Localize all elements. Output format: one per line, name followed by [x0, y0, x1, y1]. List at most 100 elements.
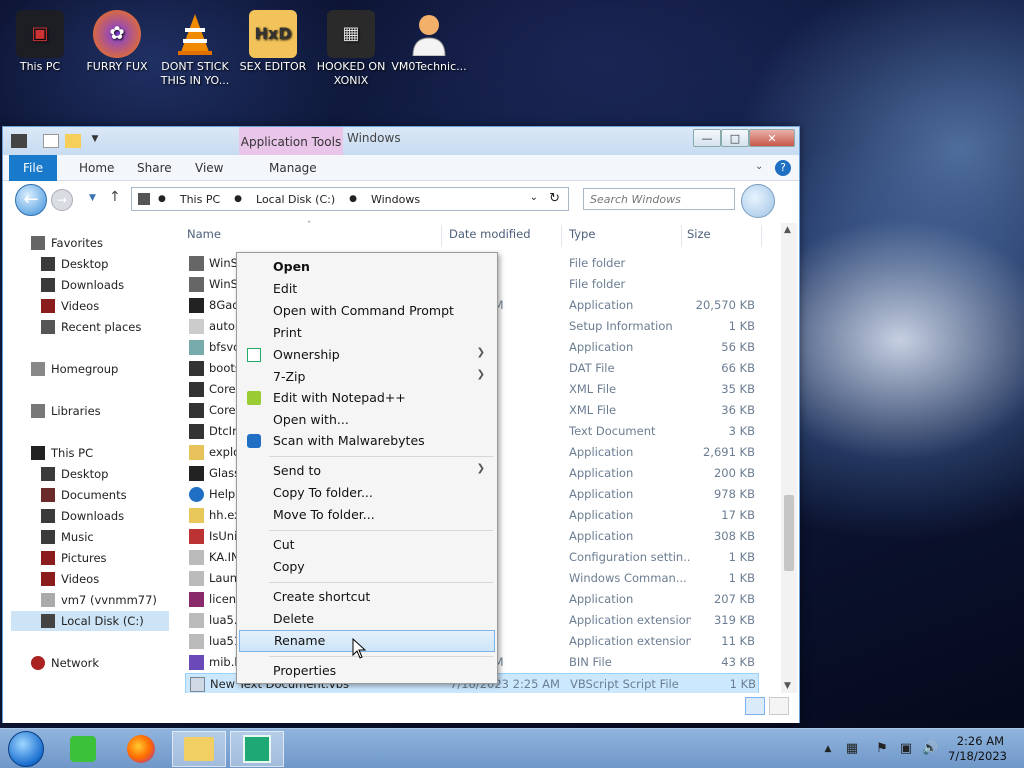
- minimize-button[interactable]: —: [693, 129, 721, 147]
- menu-item-edit[interactable]: Edit: [239, 278, 495, 300]
- menu-item-scan-malwarebytes[interactable]: Scan with Malwarebytes: [239, 430, 495, 452]
- menu-item-open-with-command-prompt[interactable]: Open with Command Prompt: [239, 300, 495, 322]
- menu-item-open[interactable]: Open: [239, 256, 495, 278]
- desktop-icon-this-pc[interactable]: ▣ This PC: [0, 6, 80, 74]
- menu-item-edit-with-notepadpp[interactable]: Edit with Notepad++: [239, 387, 495, 409]
- volume-icon[interactable]: 🔊: [922, 741, 938, 757]
- tab-share[interactable]: Share: [123, 155, 186, 181]
- tab-manage[interactable]: Manage: [255, 155, 331, 181]
- breadcrumb-this-pc[interactable]: This PC: [180, 193, 220, 206]
- menu-item-move-to-folder[interactable]: Move To folder...: [239, 504, 495, 526]
- taskbar-firefox[interactable]: [114, 731, 168, 767]
- column-divider[interactable]: [561, 225, 562, 247]
- winrar-icon: [189, 592, 204, 607]
- desktop-icon-dont-stick[interactable]: DONT STICK THIS IN YO...: [155, 6, 235, 88]
- details-view-icon[interactable]: [745, 697, 765, 715]
- system-clock[interactable]: 2:26 AM 7/18/2023: [948, 734, 1007, 764]
- breadcrumb-local-disk[interactable]: Local Disk (C:): [256, 193, 335, 206]
- nav-network-drive[interactable]: vm7 (vvnmm77): [41, 590, 157, 610]
- column-divider[interactable]: [761, 225, 762, 247]
- desktop-icon-hooked-on-xonix[interactable]: ▦ HOOKED ON XONIX: [311, 6, 391, 88]
- column-header-type[interactable]: Type: [569, 227, 595, 247]
- menu-item-7zip[interactable]: 7-Zip ❯: [239, 366, 495, 388]
- menu-item-copy[interactable]: Copy: [239, 556, 495, 578]
- forward-button[interactable]: →: [51, 189, 73, 211]
- desktop-icon: [41, 257, 55, 271]
- menu-item-cut[interactable]: Cut: [239, 534, 495, 556]
- desktop-icon-furry-fux[interactable]: ✿ FURRY FUX: [77, 6, 157, 74]
- column-divider[interactable]: [441, 225, 442, 247]
- nav-network[interactable]: Network: [31, 653, 99, 673]
- nav-desktop-pc[interactable]: Desktop: [41, 464, 108, 484]
- nav-music[interactable]: Music: [41, 527, 94, 547]
- menu-item-delete[interactable]: Delete: [239, 608, 495, 630]
- customize-quick-access-icon[interactable]: ▼: [87, 134, 103, 148]
- nav-favorites[interactable]: Favorites: [31, 233, 103, 253]
- nav-downloads-pc[interactable]: Downloads: [41, 506, 124, 526]
- column-divider[interactable]: [681, 225, 682, 247]
- large-icons-view-icon[interactable]: [769, 697, 789, 715]
- menu-item-send-to[interactable]: Send to ❯: [239, 460, 495, 482]
- search-icon[interactable]: [741, 184, 775, 218]
- network-tray-icon[interactable]: ▦: [844, 741, 860, 757]
- tab-view[interactable]: View: [181, 155, 237, 181]
- 7zip-archive-icon: [189, 298, 204, 313]
- desktop-icon-vm0technic[interactable]: VM0Technic...: [389, 6, 469, 74]
- address-box[interactable]: ● This PC ● Local Disk (C:) ● Windows ⌄ …: [131, 187, 569, 211]
- nav-this-pc[interactable]: This PC: [31, 443, 93, 463]
- scroll-up-icon[interactable]: ▲: [784, 225, 791, 235]
- nav-desktop[interactable]: Desktop: [41, 254, 108, 274]
- maximize-button[interactable]: □: [721, 129, 749, 147]
- back-button[interactable]: ←: [15, 184, 47, 216]
- taskbar-notes-app[interactable]: [56, 731, 110, 767]
- breadcrumb-windows[interactable]: Windows: [371, 193, 420, 206]
- address-dropdown-icon[interactable]: ⌄: [530, 192, 538, 203]
- sort-arrow-icon: ˆ: [307, 221, 312, 231]
- refresh-icon[interactable]: ↻: [549, 191, 560, 206]
- file-icon: [189, 361, 204, 376]
- scroll-thumb[interactable]: [784, 495, 794, 571]
- download-icon: [41, 509, 55, 523]
- taskbar-app-active[interactable]: [230, 731, 284, 767]
- flag-icon[interactable]: ⚑: [874, 741, 890, 757]
- tab-file[interactable]: File: [9, 155, 58, 181]
- nav-documents[interactable]: Documents: [41, 485, 127, 505]
- nav-local-disk[interactable]: Local Disk (C:): [11, 611, 169, 631]
- close-button[interactable]: ✕: [749, 129, 795, 147]
- search-input[interactable]: Search Windows: [583, 188, 735, 210]
- column-header-date[interactable]: Date modified: [449, 227, 531, 247]
- nav-label: Network: [51, 656, 100, 670]
- expand-ribbon-icon[interactable]: ⌄: [755, 161, 763, 172]
- nav-videos[interactable]: Videos: [41, 296, 99, 316]
- up-button[interactable]: ↑: [109, 189, 121, 205]
- help-icon[interactable]: ?: [775, 160, 791, 176]
- scroll-down-icon[interactable]: ▼: [784, 681, 791, 691]
- menu-item-print[interactable]: Print: [239, 322, 495, 344]
- nav-recent-places[interactable]: Recent places: [41, 317, 141, 337]
- display-icon[interactable]: ▣: [898, 741, 914, 757]
- nav-libraries[interactable]: Libraries: [31, 401, 101, 421]
- submenu-arrow-icon: ❯: [476, 347, 485, 358]
- properties-icon[interactable]: [43, 134, 59, 148]
- menu-item-copy-to-folder[interactable]: Copy To folder...: [239, 482, 495, 504]
- menu-item-open-with[interactable]: Open with...: [239, 409, 495, 431]
- nav-downloads[interactable]: Downloads: [41, 275, 124, 295]
- nav-pictures[interactable]: Pictures: [41, 548, 107, 568]
- menu-item-rename[interactable]: Rename: [239, 630, 495, 652]
- tab-home[interactable]: Home: [65, 155, 128, 181]
- menu-item-properties[interactable]: Properties: [239, 660, 495, 682]
- menu-item-create-shortcut[interactable]: Create shortcut: [239, 586, 495, 608]
- column-header-name[interactable]: Name: [187, 227, 221, 247]
- recent-locations-icon[interactable]: ▼: [89, 193, 96, 203]
- folder-icon: [184, 737, 214, 761]
- new-folder-icon[interactable]: [65, 134, 81, 148]
- desktop-icon-sex-editor[interactable]: HxD SEX EDITOR: [233, 6, 313, 74]
- start-button[interactable]: [8, 731, 44, 767]
- nav-videos-pc[interactable]: Videos: [41, 569, 99, 589]
- vertical-scrollbar[interactable]: ▲ ▼: [781, 223, 797, 693]
- menu-item-ownership[interactable]: Ownership ❯: [239, 344, 495, 366]
- column-header-size[interactable]: Size: [687, 227, 711, 247]
- show-hidden-icons-icon[interactable]: ▲: [820, 741, 836, 757]
- taskbar-file-explorer[interactable]: [172, 731, 226, 767]
- nav-homegroup[interactable]: Homegroup: [31, 359, 118, 379]
